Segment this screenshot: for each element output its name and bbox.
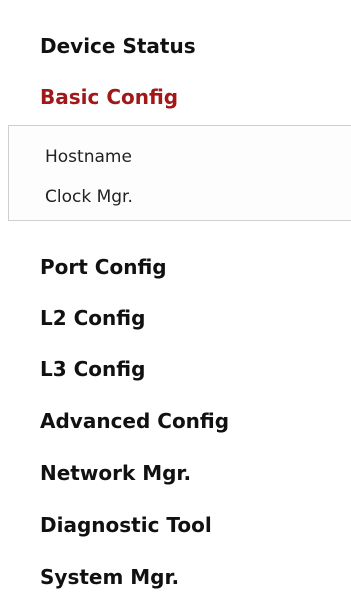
menu-item-port-config[interactable]: Port Config — [40, 254, 167, 280]
menu-item-network-mgr[interactable]: Network Mgr. — [40, 460, 191, 486]
menu-item-system-mgr[interactable]: System Mgr. — [40, 564, 179, 590]
menu-item-diagnostic-tool[interactable]: Diagnostic Tool — [40, 512, 212, 538]
navigation-menu: Device Status Basic Config Hostname Cloc… — [0, 0, 351, 606]
submenu-item-hostname[interactable]: Hostname — [45, 146, 132, 168]
menu-item-l2-config[interactable]: L2 Config — [40, 305, 145, 331]
menu-item-device-status[interactable]: Device Status — [40, 33, 196, 59]
submenu-item-clock-mgr[interactable]: Clock Mgr. — [45, 186, 133, 208]
menu-item-basic-config[interactable]: Basic Config — [40, 84, 178, 110]
menu-item-l3-config[interactable]: L3 Config — [40, 356, 145, 382]
menu-item-advanced-config[interactable]: Advanced Config — [40, 408, 229, 434]
